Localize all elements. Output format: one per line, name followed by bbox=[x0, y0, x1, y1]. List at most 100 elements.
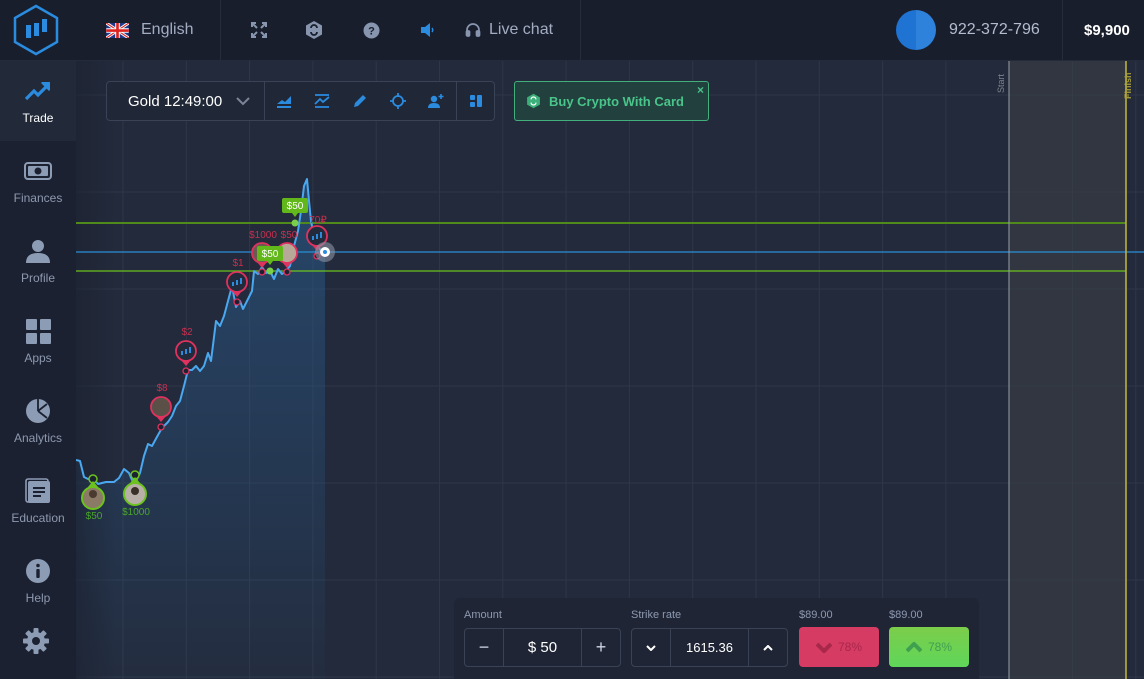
decrease-amount-button[interactable]: − bbox=[465, 629, 503, 666]
current-price-dot bbox=[315, 242, 335, 262]
sidebar-label: Finances bbox=[13, 191, 63, 205]
grid-icon bbox=[25, 318, 51, 344]
marker-label: $1000 bbox=[249, 230, 277, 241]
buy-crypto-banner[interactable]: Buy Crypto With Card × bbox=[514, 81, 709, 121]
sound-button[interactable] bbox=[415, 18, 439, 42]
up-price-label: $89.00 bbox=[889, 609, 923, 621]
fullscreen-icon bbox=[251, 22, 267, 38]
chart-type-button[interactable] bbox=[265, 82, 303, 120]
own-bet-label: $50 bbox=[262, 249, 279, 260]
trade-panel: Amount − $ 50 + Strike rate 1615.36 $89.… bbox=[454, 598, 979, 679]
uk-flag-icon bbox=[106, 22, 129, 38]
down-percent: 78% bbox=[837, 640, 863, 654]
sidebar: Trade Finances Profile Apps Analytics Ed… bbox=[0, 61, 76, 679]
strike-rate-label: Strike rate bbox=[631, 609, 682, 621]
sidebar-item-analytics[interactable]: Analytics bbox=[0, 381, 76, 461]
strike-rate-stepper: 1615.36 bbox=[631, 628, 788, 667]
pie-chart-icon bbox=[26, 399, 50, 423]
chevron-up-icon bbox=[763, 644, 773, 651]
marker-label: $1000 bbox=[122, 507, 150, 518]
chart-canvas[interactable]: Start Finish $50 $1000 $8 $2 $1 $1000 $5… bbox=[76, 61, 1144, 679]
indicators-icon bbox=[314, 94, 330, 108]
draw-pencil-icon bbox=[354, 95, 366, 107]
strike-rate-input[interactable]: 1615.36 bbox=[670, 629, 749, 666]
document-icon bbox=[25, 478, 50, 503]
promo-label: Buy Crypto With Card bbox=[549, 93, 684, 109]
live-chat-button[interactable]: Live chat bbox=[465, 0, 553, 60]
price-chart[interactable]: Start Finish $50 $1000 $8 $2 $1 $1000 $5… bbox=[76, 61, 1144, 679]
trading-app: English ? Live chat 922-372-796 $9,900 T… bbox=[0, 0, 1144, 679]
help-button[interactable]: ? bbox=[359, 18, 383, 42]
social-trading-button[interactable] bbox=[417, 82, 455, 120]
marker-label: $2 bbox=[181, 327, 193, 338]
strike-up-button[interactable] bbox=[749, 629, 787, 666]
account-menu[interactable]: 922-372-796 bbox=[896, 0, 1040, 60]
sidebar-item-education[interactable]: Education bbox=[0, 461, 76, 541]
account-id: 922-372-796 bbox=[949, 21, 1040, 38]
headset-icon bbox=[465, 23, 481, 37]
left-fade bbox=[76, 61, 116, 679]
marker-label: $50 bbox=[281, 230, 298, 241]
close-icon[interactable]: × bbox=[697, 84, 704, 96]
trend-up-icon bbox=[24, 82, 50, 101]
balance-display[interactable]: $9,900 bbox=[1084, 0, 1130, 60]
add-user-icon bbox=[428, 94, 444, 108]
expiry-zone bbox=[1009, 61, 1126, 679]
info-icon bbox=[26, 559, 50, 583]
start-label: Start bbox=[996, 73, 1006, 93]
amount-stepper: − $ 50 + bbox=[464, 628, 621, 667]
help-icon: ? bbox=[363, 22, 379, 38]
chevron-down-icon bbox=[236, 96, 250, 105]
crypto-hex-icon bbox=[527, 93, 540, 109]
asset-selector[interactable]: Gold 12:49:00 bbox=[107, 82, 265, 120]
sidebar-label: Help bbox=[25, 591, 51, 605]
up-button[interactable]: 78% bbox=[889, 627, 969, 667]
top-header: English ? Live chat 922-372-796 $9,900 bbox=[0, 0, 1144, 61]
avatar bbox=[896, 10, 936, 50]
layout-icon bbox=[469, 95, 482, 107]
language-selector[interactable]: English bbox=[106, 0, 193, 60]
amount-label: Amount bbox=[464, 609, 502, 621]
crosshair-button[interactable] bbox=[379, 82, 417, 120]
sidebar-item-trade[interactable]: Trade bbox=[0, 61, 76, 141]
header-divider bbox=[220, 0, 221, 60]
header-divider bbox=[580, 0, 581, 60]
live-chat-label: Live chat bbox=[489, 21, 554, 38]
down-button[interactable]: 78% bbox=[799, 627, 879, 667]
sidebar-label: Analytics bbox=[13, 431, 63, 445]
fullscreen-button[interactable] bbox=[247, 18, 271, 42]
sidebar-label: Profile bbox=[20, 271, 55, 285]
area-chart-icon bbox=[277, 96, 291, 108]
up-percent: 78% bbox=[927, 640, 953, 654]
strike-down-button[interactable] bbox=[632, 629, 670, 666]
crypto-hex-icon bbox=[306, 21, 322, 39]
own-bet-label: $50 bbox=[287, 201, 304, 212]
crosshair-icon bbox=[390, 93, 406, 109]
drawing-button[interactable] bbox=[341, 82, 379, 120]
header-divider bbox=[1062, 0, 1063, 60]
down-price-label: $89.00 bbox=[799, 609, 833, 621]
chart-toolbar: Gold 12:49:00 bbox=[106, 81, 495, 121]
chevron-down-icon bbox=[646, 644, 656, 651]
logo-icon[interactable] bbox=[12, 4, 60, 56]
user-icon bbox=[26, 240, 50, 263]
sidebar-label: Apps bbox=[24, 351, 52, 365]
sidebar-item-apps[interactable]: Apps bbox=[0, 301, 76, 381]
sidebar-item-profile[interactable]: Profile bbox=[0, 221, 76, 301]
gear-icon[interactable] bbox=[22, 627, 50, 655]
arrow-down-icon bbox=[815, 642, 832, 653]
marker-label: 70₽ bbox=[309, 215, 327, 226]
increase-amount-button[interactable]: + bbox=[582, 629, 620, 666]
amount-input[interactable]: $ 50 bbox=[503, 629, 582, 666]
sidebar-item-help[interactable]: Help bbox=[0, 541, 76, 621]
marker-label: $8 bbox=[156, 383, 168, 394]
sidebar-label: Education bbox=[11, 511, 65, 525]
language-label: English bbox=[141, 21, 194, 38]
finish-label: Finish bbox=[1123, 73, 1133, 100]
layout-button[interactable] bbox=[457, 82, 494, 120]
banknote-icon bbox=[24, 162, 52, 180]
sidebar-item-finances[interactable]: Finances bbox=[0, 141, 76, 221]
indicators-button[interactable] bbox=[303, 82, 341, 120]
svg-text:?: ? bbox=[368, 25, 375, 37]
crypto-button[interactable] bbox=[302, 18, 326, 42]
